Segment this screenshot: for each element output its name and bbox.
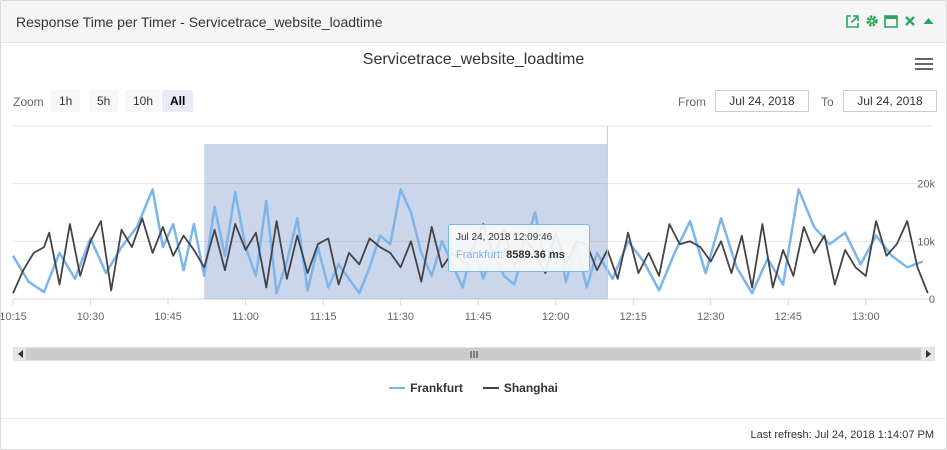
scroll-right-button[interactable] [921,348,934,360]
tooltip-value: 8589.36 ms [506,249,565,261]
x-tick-label: 12:45 [775,311,803,323]
x-tick-label: 11:30 [387,311,414,323]
line-chart[interactable]: 0 10k 20k 10:15 10:30 10:45 11:00 11:15 11:30 11:… [1,1,946,341]
legend-item-frankfurt[interactable]: Frankfurt [389,381,463,395]
legend-item-shanghai[interactable]: Shanghai [482,381,558,395]
legend-swatch [389,387,406,389]
last-refresh: Last refresh: Jul 24, 2018 1:14:07 PM [750,429,934,441]
x-tick-label: 11:15 [310,311,337,323]
x-tick-label: 11:00 [232,311,259,323]
tooltip-series: Frankfurt: [456,249,504,261]
x-tick-label: 12:30 [697,311,725,323]
tooltip-date: Jul 24, 2018 12:09:46 [456,232,553,243]
navigator-scrollbar[interactable] [13,347,935,361]
x-tick-label: 12:00 [542,311,570,323]
arrow-left-icon [17,350,23,358]
x-tick-label: 10:30 [77,311,105,323]
arrow-right-icon [925,350,931,358]
chart-tooltip: Jul 24, 2018 12:09:46 Frankfurt: 8589.36… [448,224,590,272]
scroll-thumb[interactable] [26,348,922,360]
y-tick-label: 10k [917,236,935,248]
x-tick-label: 11:45 [465,311,492,323]
legend-label: Frankfurt [410,381,463,395]
chart-legend: Frankfurt Shanghai [1,381,946,395]
widget-panel: Response Time per Timer - Servicetrace_w… [0,0,947,450]
y-tick-label: 0 [929,294,935,306]
x-tick-label: 12:15 [619,311,647,323]
x-tick-label: 10:15 [1,311,27,323]
x-tick-label: 13:00 [852,311,880,323]
footer-divider [1,418,946,419]
grip-icon [470,350,478,358]
legend-label: Shanghai [503,381,558,395]
x-tick-label: 10:45 [154,311,182,323]
y-tick-label: 20k [917,179,935,191]
legend-swatch [482,387,499,389]
